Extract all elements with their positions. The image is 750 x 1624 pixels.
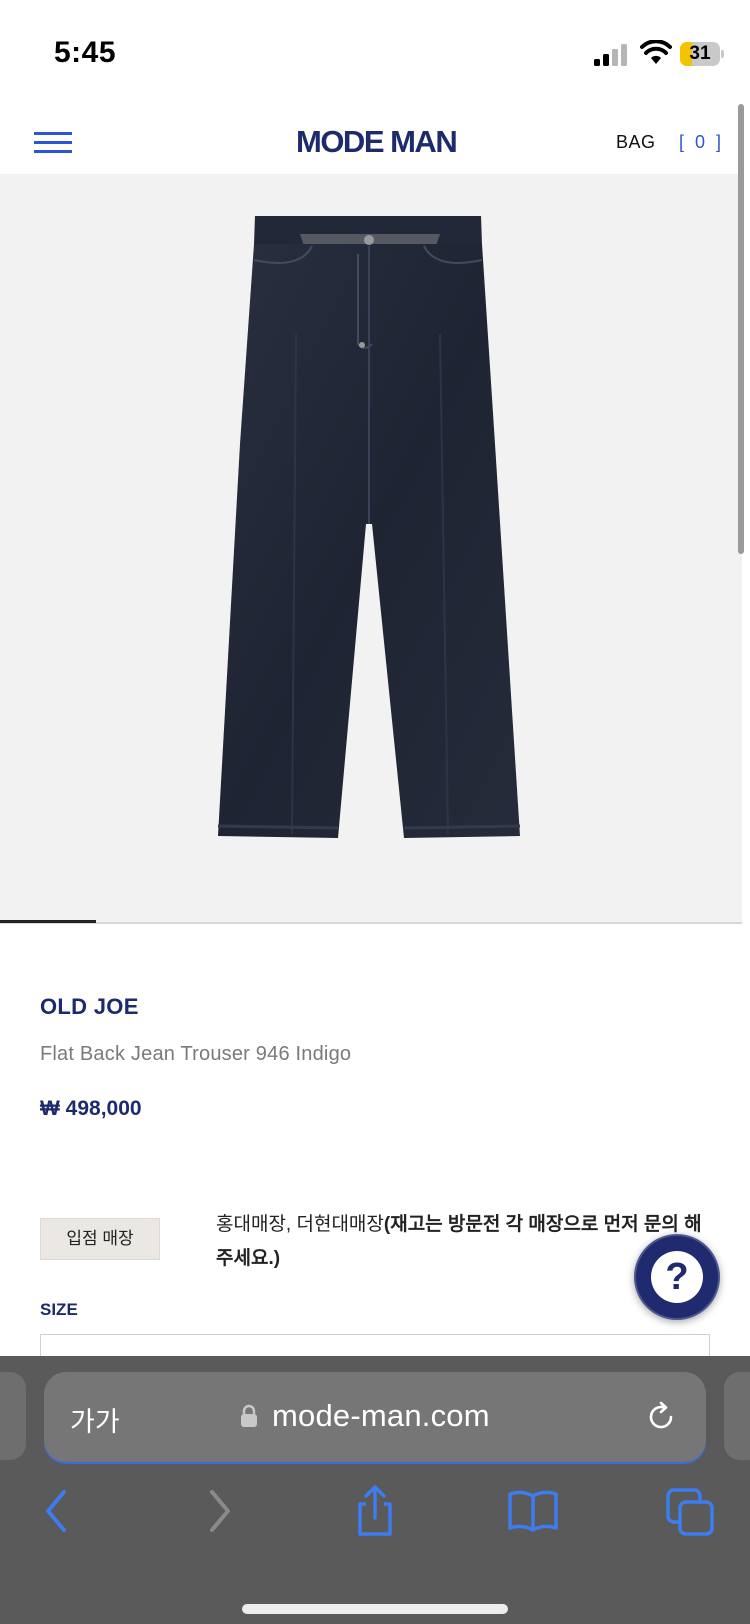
gallery-track: [0, 922, 742, 924]
address-bar[interactable]: 가가 mode-man.com: [44, 1372, 706, 1462]
product-price: ₩ 498,000: [40, 1097, 142, 1120]
tabs-icon[interactable]: [664, 1484, 718, 1538]
store-info: 홍대매장, 더현대매장(재고는 방문전 각 매장으로 먼저 문의 해주세요.): [216, 1208, 702, 1276]
size-label: SIZE: [40, 1300, 78, 1319]
bag-link[interactable]: BAG: [616, 132, 656, 153]
previous-tab-preview[interactable]: [0, 1372, 26, 1460]
next-tab-preview[interactable]: [724, 1372, 750, 1460]
browser-bar: 가가 mode-man.com: [0, 1356, 750, 1624]
jeans-image: [217, 216, 521, 838]
store-list: 홍대매장, 더현대매장: [216, 1214, 384, 1235]
question-icon: ?: [651, 1251, 703, 1303]
site-logo[interactable]: MODE MAN: [296, 124, 458, 160]
page-scrollbar[interactable]: [738, 104, 744, 554]
status-bar: 5:45 31: [0, 0, 750, 100]
browser-toolbar: [0, 1484, 750, 1554]
product-image[interactable]: [0, 174, 742, 924]
reload-icon[interactable]: [644, 1400, 678, 1434]
back-icon[interactable]: [30, 1484, 84, 1538]
share-icon[interactable]: [348, 1484, 402, 1538]
help-button[interactable]: ?: [634, 1234, 720, 1320]
signal-icon: [594, 44, 627, 66]
product-name: Flat Back Jean Trouser 946 Indigo: [40, 1043, 352, 1065]
bookmarks-icon[interactable]: [506, 1484, 560, 1538]
bag-count[interactable]: [ 0 ]: [679, 132, 724, 153]
wifi-icon: [640, 40, 672, 64]
status-time: 5:45: [54, 36, 117, 69]
menu-icon[interactable]: [34, 132, 72, 154]
home-indicator[interactable]: [242, 1604, 508, 1614]
text-size-button[interactable]: 가가: [70, 1400, 120, 1439]
store-badge: 입점 매장: [40, 1218, 160, 1260]
battery-icon: 31: [680, 42, 724, 66]
site-header: MODE MAN BAG [ 0 ]: [0, 100, 750, 174]
url-field[interactable]: mode-man.com: [272, 1398, 490, 1434]
gallery-progress: [0, 920, 97, 923]
lock-icon: [241, 1404, 257, 1427]
battery-level: 31: [689, 43, 711, 64]
product-brand[interactable]: OLD JOE: [40, 994, 139, 1020]
forward-icon[interactable]: [192, 1484, 246, 1538]
